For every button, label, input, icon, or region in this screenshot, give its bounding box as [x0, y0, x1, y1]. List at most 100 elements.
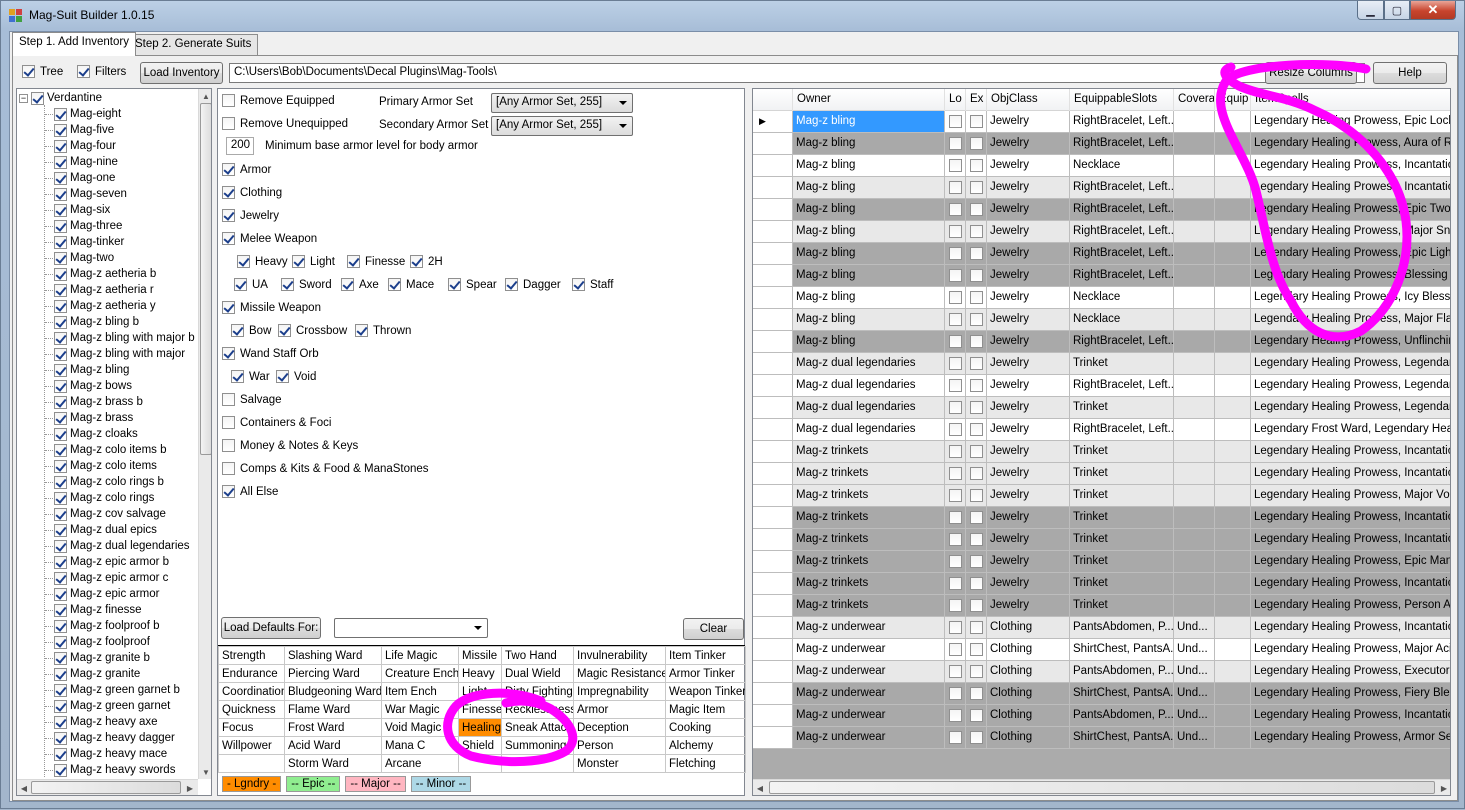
spell-cell[interactable]: Storm Ward: [284, 754, 382, 773]
equip-cell[interactable]: [1215, 727, 1251, 749]
table-row[interactable]: Mag-z bling Jewelry RightBracelet, Left...…: [753, 221, 1450, 243]
missile-sub-option[interactable]: Thrown: [355, 324, 411, 337]
spell-cell[interactable]: Alchemy: [665, 736, 746, 755]
spell-grid[interactable]: Strength Slashing Ward Life Magic Missile Tw…: [218, 645, 746, 773]
slots-cell[interactable]: Trinket: [1070, 507, 1174, 529]
row-checkbox[interactable]: [970, 467, 983, 480]
clothing-option[interactable]: Clothing: [222, 186, 282, 199]
spells-cell[interactable]: Legendary Healing Prowess, Icy Blessing: [1251, 287, 1450, 309]
tree-vertical-scrollbar[interactable]: ▲ ▼: [198, 89, 211, 779]
tree-item-checkbox[interactable]: [54, 699, 67, 713]
tree-item-checkbox[interactable]: [54, 283, 67, 297]
ex-checkbox-cell[interactable]: [966, 485, 987, 507]
ex-checkbox-cell[interactable]: [966, 397, 987, 419]
tree-item-checkbox[interactable]: [54, 555, 67, 569]
cls-cell[interactable]: Jewelry: [987, 353, 1070, 375]
tree-item[interactable]: Mag-z heavy mace: [54, 746, 167, 762]
tree-item[interactable]: Mag-six: [54, 202, 110, 218]
slots-cell[interactable]: RightBracelet, Left...: [1070, 419, 1174, 441]
row-checkbox[interactable]: [949, 379, 962, 392]
tree-item[interactable]: Mag-z colo items: [54, 458, 157, 474]
inventory-path-field[interactable]: C:\Users\Bob\Documents\Decal Plugins\Mag…: [229, 63, 1365, 83]
lo-checkbox-cell[interactable]: [945, 397, 966, 419]
cov-cell[interactable]: [1174, 287, 1215, 309]
row-checkbox[interactable]: [970, 731, 983, 744]
spell-cell[interactable]: Slashing Ward: [284, 646, 382, 665]
row-checkbox[interactable]: [949, 313, 962, 326]
tree-checkbox[interactable]: [22, 65, 35, 78]
tree-item-checkbox[interactable]: [54, 123, 67, 137]
maximize-button[interactable]: ▢: [1384, 1, 1410, 20]
column-header[interactable]: ItemSpells: [1251, 89, 1450, 111]
cov-cell[interactable]: Und...: [1174, 661, 1215, 683]
spells-cell[interactable]: Legendary Healing Prowess, Incantation o…: [1251, 177, 1450, 199]
spell-cell[interactable]: Shield: [458, 736, 502, 755]
spells-cell[interactable]: Legendary Healing Prowess, Incantation o…: [1251, 155, 1450, 177]
cls-cell[interactable]: Clothing: [987, 727, 1070, 749]
min-armor-input[interactable]: 200: [226, 137, 254, 155]
tab-generate-suits[interactable]: Step 2. Generate Suits: [128, 34, 259, 55]
cls-cell[interactable]: Jewelry: [987, 419, 1070, 441]
missile-weapon-option[interactable]: Missile Weapon: [222, 301, 321, 314]
spell-cell[interactable]: Armor Tinker: [665, 664, 746, 683]
cls-cell[interactable]: Clothing: [987, 705, 1070, 727]
grid-horizontal-scrollbar[interactable]: ◀ ▶: [753, 779, 1450, 795]
tree-item-checkbox[interactable]: [54, 347, 67, 361]
table-row[interactable]: Mag-z trinkets Jewelry Trinket Legendary He…: [753, 463, 1450, 485]
spell-cell[interactable]: [218, 754, 285, 773]
tree-item-checkbox[interactable]: [54, 683, 67, 697]
ex-checkbox-cell[interactable]: [966, 419, 987, 441]
cov-cell[interactable]: [1174, 375, 1215, 397]
slots-cell[interactable]: RightBracelet, Left...: [1070, 177, 1174, 199]
lo-checkbox-cell[interactable]: [945, 133, 966, 155]
equip-cell[interactable]: [1215, 529, 1251, 551]
slots-cell[interactable]: Trinket: [1070, 551, 1174, 573]
money-checkbox[interactable]: [222, 439, 235, 452]
row-checkbox[interactable]: [949, 291, 962, 304]
spell-cell[interactable]: Creature Ench: [381, 664, 459, 683]
clothing-checkbox[interactable]: [222, 186, 235, 199]
column-header[interactable]: Ex: [966, 89, 987, 111]
tree-item[interactable]: Mag-z bling b: [54, 314, 139, 330]
tree-item-checkbox[interactable]: [54, 539, 67, 553]
spell-cell[interactable]: Deception: [573, 718, 666, 737]
spell-cell[interactable]: Dual Wield: [501, 664, 574, 683]
cov-cell[interactable]: [1174, 529, 1215, 551]
tree-item-checkbox[interactable]: [54, 619, 67, 633]
tree-item[interactable]: Mag-tinker: [54, 234, 124, 250]
melee-sub1-option[interactable]: Finesse: [347, 255, 405, 268]
owner-cell[interactable]: Mag-z bling: [793, 199, 945, 221]
spells-cell[interactable]: Legendary Healing Prowess, Epic Two Ha: [1251, 199, 1450, 221]
scroll-up-icon[interactable]: ▲: [199, 89, 211, 103]
spell-cell[interactable]: Magic Item: [665, 700, 746, 719]
lo-checkbox-cell[interactable]: [945, 243, 966, 265]
tree-item[interactable]: Mag-z bling with major: [54, 346, 185, 362]
equip-cell[interactable]: [1215, 133, 1251, 155]
row-header[interactable]: [753, 221, 793, 243]
tree-item[interactable]: Mag-z epic armor b: [54, 554, 169, 570]
slots-cell[interactable]: Necklace: [1070, 309, 1174, 331]
row-checkbox[interactable]: [970, 247, 983, 260]
tree-item-checkbox[interactable]: [54, 139, 67, 153]
column-header[interactable]: EquippableSlots: [1070, 89, 1174, 111]
tree-item-checkbox[interactable]: [54, 443, 67, 457]
row-header[interactable]: [753, 529, 793, 551]
spell-cell[interactable]: Flame Ward: [284, 700, 382, 719]
row-checkbox[interactable]: [970, 313, 983, 326]
cov-cell[interactable]: [1174, 111, 1215, 133]
tree-item[interactable]: Mag-z green garnet: [54, 698, 170, 714]
melee-sub2-option[interactable]: Staff: [572, 278, 613, 291]
spells-cell[interactable]: Legendary Healing Prowess, Incantation o…: [1251, 441, 1450, 463]
equip-cell[interactable]: [1215, 551, 1251, 573]
spells-cell[interactable]: Legendary Healing Prowess, Incantation o…: [1251, 617, 1450, 639]
spells-cell[interactable]: Legendary Healing Prowess, Executor's Bl: [1251, 661, 1450, 683]
inventory-grid[interactable]: Owner Lo Ex ObjClass EquippableSlots Covera Eq…: [752, 88, 1451, 796]
scroll-left-icon[interactable]: ◀: [753, 780, 767, 795]
lo-checkbox-cell[interactable]: [945, 155, 966, 177]
spell-cell[interactable]: Armor: [573, 700, 666, 719]
melee-sub2-checkbox[interactable]: [505, 278, 518, 291]
owner-cell[interactable]: Mag-z bling: [793, 133, 945, 155]
cov-cell[interactable]: [1174, 331, 1215, 353]
hscroll-thumb[interactable]: [31, 781, 181, 794]
spell-cell[interactable]: Frost Ward: [284, 718, 382, 737]
